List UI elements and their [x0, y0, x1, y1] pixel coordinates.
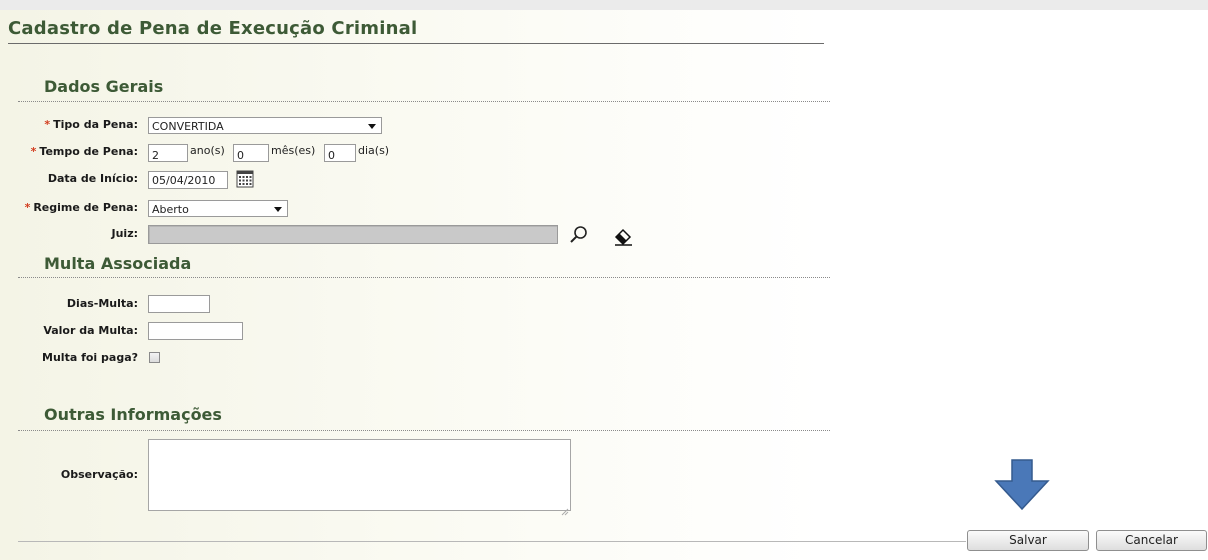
anos-unit: ano(s) [190, 144, 225, 157]
dias-input[interactable]: 0 [324, 144, 356, 162]
regime-pena-value: Aberto [152, 203, 189, 216]
valor-multa-label: Valor da Multa: [43, 324, 138, 337]
dias-multa-label: Dias-Multa: [66, 297, 138, 310]
required-mark: * [44, 118, 51, 131]
tipo-pena-label: * Tipo da Pena: [44, 118, 138, 131]
observacao-textarea[interactable] [148, 439, 571, 511]
section-title-multa-associada: Multa Associada [44, 254, 192, 273]
required-mark: * [24, 201, 31, 214]
anos-input[interactable]: 2 [148, 144, 188, 162]
calendar-icon[interactable] [236, 170, 254, 192]
required-mark: * [30, 145, 37, 158]
dias-unit: dia(s) [358, 144, 390, 157]
tipo-pena-select[interactable]: CONVERTIDA [148, 117, 382, 134]
multa-paga-checkbox[interactable] [149, 352, 160, 363]
multa-paga-label: Multa foi paga? [42, 351, 138, 364]
juiz-input [148, 225, 558, 244]
section-divider [18, 277, 830, 278]
save-button[interactable]: Salvar [967, 530, 1089, 551]
chevron-down-icon [274, 207, 282, 212]
tipo-pena-value: CONVERTIDA [152, 120, 224, 133]
footer-divider [18, 541, 966, 542]
title-divider [8, 43, 824, 44]
chevron-down-icon [368, 124, 376, 129]
section-title-outras-informacoes: Outras Informações [44, 405, 222, 424]
regime-pena-label: * Regime de Pena: [24, 201, 138, 214]
observacao-label: Observação: [60, 468, 138, 481]
section-divider [18, 430, 830, 431]
regime-pena-select[interactable]: Aberto [148, 200, 288, 217]
search-icon[interactable] [569, 225, 589, 249]
valor-multa-input[interactable] [148, 322, 243, 340]
section-divider [18, 101, 830, 102]
data-inicio-input[interactable]: 05/04/2010 [148, 171, 228, 189]
meses-input[interactable]: 0 [233, 144, 269, 162]
eraser-icon[interactable] [614, 226, 634, 250]
dias-multa-input[interactable] [148, 295, 210, 313]
data-inicio-label: Data de Início: [47, 172, 138, 185]
meses-unit: mês(es) [271, 144, 316, 157]
cancel-button[interactable]: Cancelar [1096, 530, 1207, 551]
section-title-dados-gerais: Dados Gerais [44, 77, 164, 96]
tempo-pena-label: * Tempo de Pena: [30, 145, 138, 158]
resize-grip-icon[interactable] [561, 501, 569, 520]
arrow-down-icon [992, 459, 1052, 515]
page-title: Cadastro de Pena de Execução Criminal [8, 18, 418, 39]
juiz-label: Juiz: [111, 227, 139, 240]
